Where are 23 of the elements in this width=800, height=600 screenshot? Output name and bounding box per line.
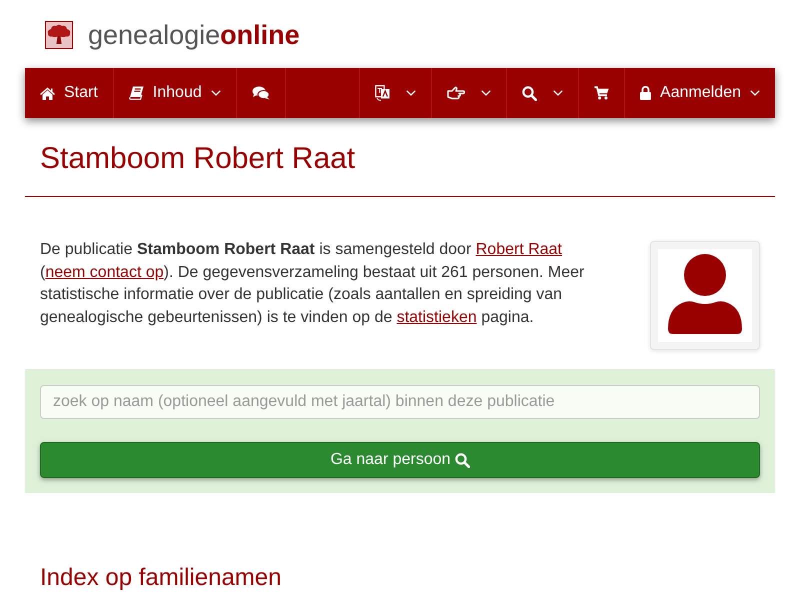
search-icon (454, 452, 470, 468)
nav-item[interactable]: Inhoud (114, 68, 237, 118)
text-link[interactable]: statistieken (396, 308, 477, 326)
page-title: Stamboom Robert Raat (39, 141, 356, 177)
shopping-cart-icon (594, 86, 610, 100)
intro-paragraph: De publicatie Stamboom Robert Raat is samengesteld door Robert Raat (neem contact op). De gegevensverzameling bestaat uit 261 personen. Meer statistische informatie over de publicatie (zoals aantallen en spreiding van genealogische gebeurtenissen) is te vinden op de statistieken pagina. (40, 240, 586, 328)
person-avatar-icon (658, 249, 752, 342)
tree-logo-icon[interactable] (45, 21, 73, 49)
translate-icon (375, 85, 390, 101)
text-link[interactable]: neem contact op (45, 264, 164, 280)
site-logo-text[interactable]: genealogieonline (88, 22, 300, 48)
section-heading: Index op familienamen (39, 565, 282, 591)
book-icon (128, 86, 144, 100)
pointing-hand-icon (447, 86, 466, 100)
lock-icon (640, 86, 652, 100)
chat-bubbles-icon (252, 86, 270, 100)
go-to-person-button[interactable]: Ga naar persoon (40, 442, 760, 478)
text-link[interactable]: Robert Raat (476, 241, 562, 258)
search-icon (522, 86, 538, 100)
nav-item[interactable]: Start (25, 68, 114, 118)
nav-item[interactable]: Aanmelden (624, 68, 775, 118)
search-field[interactable]: zoek op naam (optioneel aangevuld met jaartal) binnen deze publicatie (40, 385, 760, 419)
home-icon (40, 86, 55, 100)
